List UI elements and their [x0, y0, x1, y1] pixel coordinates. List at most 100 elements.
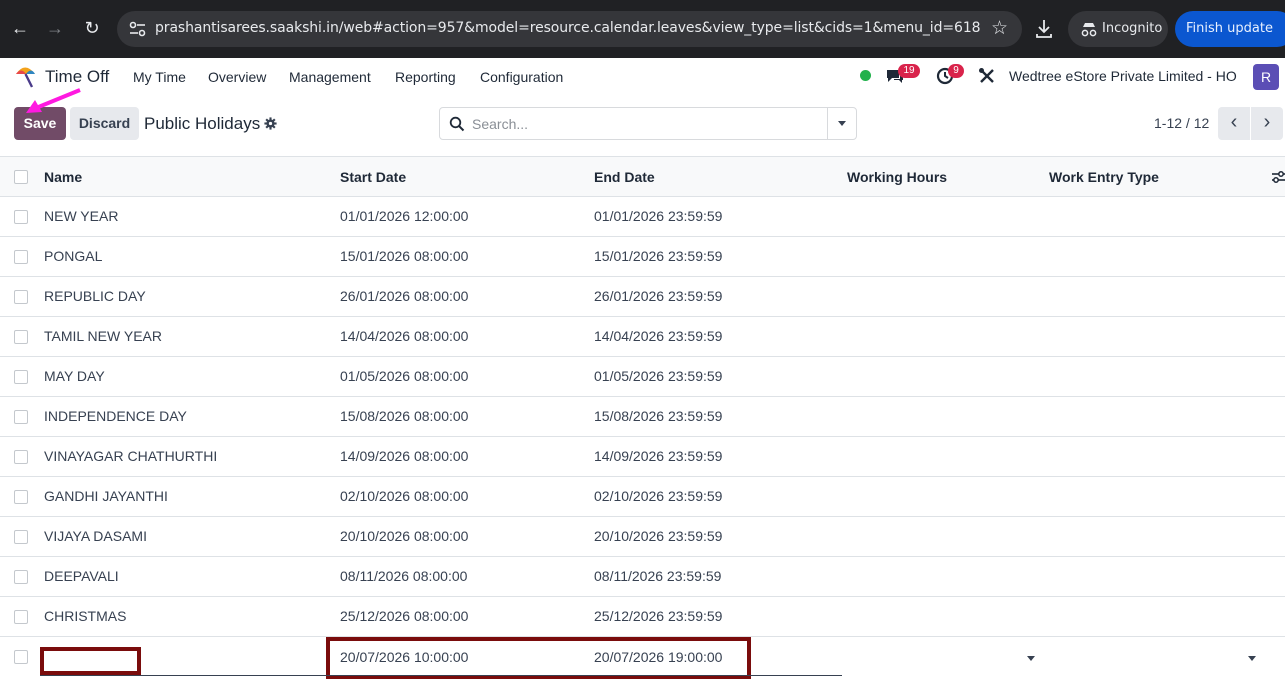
menu-management[interactable]: Management [289, 69, 371, 85]
end-date[interactable]: 20/10/2026 23:59:59 [594, 528, 722, 544]
pager-previous-button[interactable]: ‹ [1218, 107, 1250, 140]
row-checkbox[interactable] [14, 490, 28, 504]
url-text[interactable]: prashantisarees.saakshi.in/web#action=95… [155, 20, 981, 36]
address-bar[interactable]: prashantisarees.saakshi.in/web#action=95… [117, 11, 1022, 47]
start-date[interactable]: 02/10/2026 08:00:00 [340, 488, 468, 504]
column-header-work-entry-type[interactable]: Work Entry Type [1049, 169, 1159, 185]
holiday-name[interactable]: TAMIL NEW YEAR [44, 328, 162, 344]
app-name[interactable]: Time Off [45, 67, 109, 87]
row-checkbox[interactable] [14, 570, 28, 584]
public-holidays-table: Name Start Date End Date Working Hours W… [0, 156, 1285, 679]
new-end-date[interactable]: 20/07/2026 19:00:00 [594, 649, 722, 665]
table-row[interactable]: CHRISTMAS 25/12/2026 08:00:00 25/12/2026 2… [0, 597, 1285, 637]
search-input[interactable] [472, 109, 822, 138]
table-row[interactable]: TAMIL NEW YEAR 14/04/2026 08:00:00 14/04/2… [0, 317, 1285, 357]
column-header-start-date[interactable]: Start Date [340, 169, 406, 185]
row-checkbox[interactable] [14, 530, 28, 544]
holiday-name[interactable]: CHRISTMAS [44, 608, 126, 624]
table-row[interactable]: GANDHI JAYANTHI 02/10/2026 08:00:00 02/10/… [0, 477, 1285, 517]
end-date[interactable]: 08/11/2026 23:59:59 [594, 568, 721, 584]
table-row[interactable]: DEEPAVALI 08/11/2026 08:00:00 08/11/2026 2… [0, 557, 1285, 597]
search-icon [449, 116, 465, 132]
working-hours-dropdown-icon[interactable] [1027, 656, 1035, 661]
holiday-name[interactable]: NEW YEAR [44, 208, 118, 224]
end-date[interactable]: 15/08/2026 23:59:59 [594, 408, 722, 424]
presence-status-dot [860, 70, 871, 81]
company-switcher[interactable]: Wedtree eStore Private Limited - HO [1009, 68, 1237, 84]
column-header-name[interactable]: Name [44, 169, 82, 185]
start-date[interactable]: 08/11/2026 08:00:00 [340, 568, 467, 584]
row-checkbox[interactable] [14, 450, 28, 464]
end-date[interactable]: 26/01/2026 23:59:59 [594, 288, 722, 304]
start-date[interactable]: 14/09/2026 08:00:00 [340, 448, 468, 464]
holiday-name[interactable]: GANDHI JAYANTHI [44, 488, 168, 504]
search-options-toggle[interactable] [827, 108, 856, 139]
table-row[interactable]: INDEPENDENCE DAY 15/08/2026 08:00:00 15/08… [0, 397, 1285, 437]
start-date[interactable]: 26/01/2026 08:00:00 [340, 288, 468, 304]
table-row-new[interactable]: 20/07/2026 10:00:00 20/07/2026 19:00:00 [0, 637, 1285, 679]
column-header-working-hours[interactable]: Working Hours [847, 169, 947, 185]
table-row[interactable]: VINAYAGAR CHATHURTHI 14/09/2026 08:00:00 1… [0, 437, 1285, 477]
menu-configuration[interactable]: Configuration [480, 69, 563, 85]
row-checkbox[interactable] [14, 330, 28, 344]
holiday-name[interactable]: PONGAL [44, 248, 102, 264]
end-date[interactable]: 25/12/2026 23:59:59 [594, 608, 722, 624]
select-all-checkbox[interactable] [14, 170, 28, 184]
bookmark-star-icon[interactable]: ☆ [991, 17, 1008, 40]
row-checkbox[interactable] [14, 210, 28, 224]
start-date[interactable]: 01/01/2026 12:00:00 [340, 208, 468, 224]
end-date[interactable]: 14/04/2026 23:59:59 [594, 328, 722, 344]
start-date[interactable]: 20/10/2026 08:00:00 [340, 528, 468, 544]
row-checkbox[interactable] [14, 610, 28, 624]
incognito-indicator[interactable]: Incognito [1068, 11, 1168, 47]
row-checkbox[interactable] [14, 410, 28, 424]
start-date[interactable]: 14/04/2026 08:00:00 [340, 328, 468, 344]
table-row[interactable]: NEW YEAR 01/01/2026 12:00:00 01/01/2026 23… [0, 197, 1285, 237]
column-header-end-date[interactable]: End Date [594, 169, 655, 185]
optional-columns-icon[interactable] [1271, 169, 1285, 185]
holiday-name[interactable]: MAY DAY [44, 368, 105, 384]
back-arrow-icon[interactable]: ← [6, 14, 34, 42]
start-date[interactable]: 01/05/2026 08:00:00 [340, 368, 468, 384]
menu-reporting[interactable]: Reporting [395, 69, 456, 85]
start-date[interactable]: 15/01/2026 08:00:00 [340, 248, 468, 264]
start-date[interactable]: 25/12/2026 08:00:00 [340, 608, 468, 624]
pager-next-button[interactable]: › [1251, 107, 1283, 140]
menu-my-time[interactable]: My Time [133, 69, 186, 85]
end-date[interactable]: 14/09/2026 23:59:59 [594, 448, 722, 464]
end-date[interactable]: 15/01/2026 23:59:59 [594, 248, 722, 264]
name-field-highlight[interactable] [40, 647, 141, 675]
work-entry-type-dropdown-icon[interactable] [1248, 656, 1256, 661]
menu-overview[interactable]: Overview [208, 69, 266, 85]
end-date[interactable]: 01/01/2026 23:59:59 [594, 208, 722, 224]
holiday-name[interactable]: REPUBLIC DAY [44, 288, 146, 304]
browser-toolbar: ← → ↻ prashantisarees.saakshi.in/web#act… [0, 0, 1285, 58]
holiday-name[interactable]: INDEPENDENCE DAY [44, 408, 187, 424]
holiday-name[interactable]: VINAYAGAR CHATHURTHI [44, 448, 217, 464]
table-row[interactable]: VIJAYA DASAMI 20/10/2026 08:00:00 20/10/20… [0, 517, 1285, 557]
gear-icon[interactable] [264, 117, 277, 130]
pager-value[interactable]: 1-12 / 12 [1154, 115, 1209, 131]
end-date[interactable]: 01/05/2026 23:59:59 [594, 368, 722, 384]
site-settings-icon[interactable] [127, 19, 149, 39]
download-icon[interactable] [1033, 17, 1055, 41]
new-start-date[interactable]: 20/07/2026 10:00:00 [340, 649, 468, 665]
holiday-name[interactable]: DEEPAVALI [44, 568, 119, 584]
forward-arrow-icon[interactable]: → [41, 14, 69, 42]
reload-icon[interactable]: ↻ [78, 14, 106, 42]
row-checkbox[interactable] [14, 650, 28, 664]
row-checkbox[interactable] [14, 290, 28, 304]
table-row[interactable]: REPUBLIC DAY 26/01/2026 08:00:00 26/01/202… [0, 277, 1285, 317]
edit-row-underline [40, 675, 842, 676]
row-checkbox[interactable] [14, 370, 28, 384]
holiday-name[interactable]: VIJAYA DASAMI [44, 528, 147, 544]
table-row[interactable]: PONGAL 15/01/2026 08:00:00 15/01/2026 23:5… [0, 237, 1285, 277]
debug-tools-icon[interactable] [978, 67, 996, 85]
row-checkbox[interactable] [14, 250, 28, 264]
incognito-label: Incognito [1102, 21, 1163, 36]
end-date[interactable]: 02/10/2026 23:59:59 [594, 488, 722, 504]
user-avatar[interactable]: R [1253, 64, 1279, 90]
finish-update-button[interactable]: Finish update [1175, 11, 1285, 47]
start-date[interactable]: 15/08/2026 08:00:00 [340, 408, 468, 424]
table-row[interactable]: MAY DAY 01/05/2026 08:00:00 01/05/2026 23:… [0, 357, 1285, 397]
